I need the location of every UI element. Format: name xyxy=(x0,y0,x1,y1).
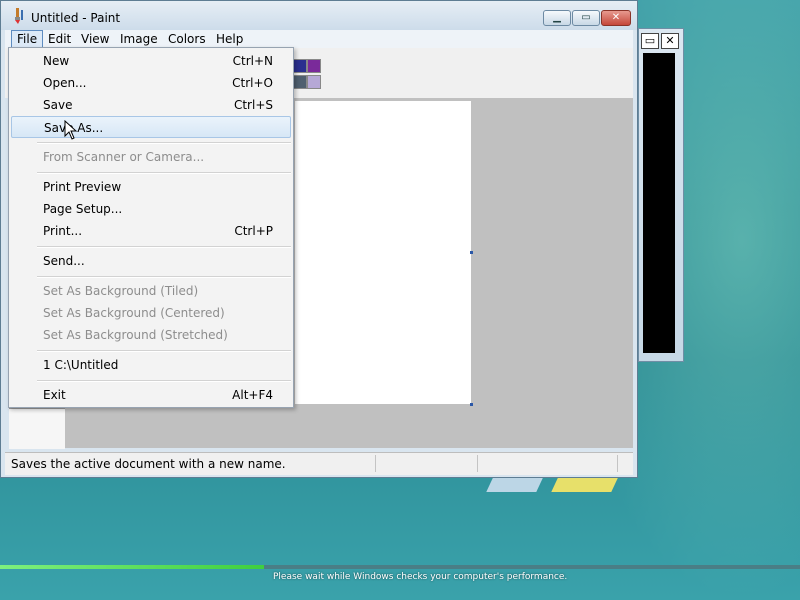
menu-image[interactable]: Image xyxy=(115,30,163,48)
menu-view[interactable]: View xyxy=(76,30,114,48)
menu-item-page-setup[interactable]: Page Setup... xyxy=(11,198,291,220)
menu-separator xyxy=(37,350,291,352)
menu-item-save-as[interactable]: Save As... xyxy=(11,116,291,138)
menu-item-bg-centered[interactable]: Set As Background (Centered) xyxy=(11,302,291,324)
close-button[interactable]: ✕ xyxy=(601,10,631,26)
menu-item-recent-file[interactable]: 1 C:\Untitled xyxy=(11,354,291,376)
menu-item-print-preview[interactable]: Print Preview xyxy=(11,176,291,198)
window-title: Untitled - Paint xyxy=(31,11,121,25)
menu-bar: File Edit View Image Colors Help xyxy=(5,30,633,48)
menu-item-bg-tiled[interactable]: Set As Background (Tiled) xyxy=(11,280,291,302)
menu-item-label: 1 C:\Untitled xyxy=(43,358,119,372)
close-icon: ✕ xyxy=(611,12,621,23)
menu-item-label: Save xyxy=(43,98,73,112)
menu-item-label: Page Setup... xyxy=(43,202,123,216)
menu-item-print[interactable]: Print... Ctrl+P xyxy=(11,220,291,242)
menu-separator xyxy=(37,380,291,382)
maximize-button[interactable]: ▭ xyxy=(572,10,600,26)
menu-item-send[interactable]: Send... xyxy=(11,250,291,272)
status-bar: Saves the active document with a new nam… xyxy=(5,452,633,475)
menu-item-shortcut: Ctrl+S xyxy=(233,98,273,112)
status-divider xyxy=(477,455,478,472)
canvas-resize-handle[interactable] xyxy=(470,251,473,254)
palette-swatch[interactable] xyxy=(293,59,307,73)
background-window[interactable]: ▭ ✕ xyxy=(638,28,684,362)
maximize-icon: ▭ xyxy=(581,12,591,23)
status-divider xyxy=(617,455,618,472)
menu-item-bg-stretched[interactable]: Set As Background (Stretched) xyxy=(11,324,291,346)
status-text: Saves the active document with a new nam… xyxy=(11,457,286,471)
menu-item-label: Set As Background (Stretched) xyxy=(43,328,228,342)
progress-message: Please wait while Windows checks your co… xyxy=(273,572,568,582)
menu-separator xyxy=(37,276,291,278)
menu-help[interactable]: Help xyxy=(211,30,248,48)
menu-separator xyxy=(37,142,291,144)
mouse-cursor-icon xyxy=(64,120,78,140)
menu-item-label: Print... xyxy=(43,224,83,238)
menu-edit[interactable]: Edit xyxy=(43,30,76,48)
menu-item-exit[interactable]: Exit Alt+F4 xyxy=(11,384,291,406)
menu-item-shortcut: Ctrl+O xyxy=(232,76,273,90)
menu-item-shortcut: Ctrl+N xyxy=(232,54,273,68)
menu-item-label: Set As Background (Tiled) xyxy=(43,284,199,298)
close-icon[interactable]: ✕ xyxy=(661,33,679,49)
menu-item-label: Open... xyxy=(43,76,87,90)
minimize-icon: ▁ xyxy=(553,12,561,23)
performance-check-progress xyxy=(0,565,800,569)
menu-item-save[interactable]: Save Ctrl+S xyxy=(11,94,291,116)
menu-item-label: New xyxy=(43,54,70,68)
menu-item-shortcut: Alt+F4 xyxy=(232,388,273,402)
menu-item-open[interactable]: Open... Ctrl+O xyxy=(11,72,291,94)
menu-item-shortcut: Ctrl+P xyxy=(234,224,273,238)
status-divider xyxy=(375,455,376,472)
menu-item-label: Set As Background (Centered) xyxy=(43,306,225,320)
menu-item-from-scanner[interactable]: From Scanner or Camera... xyxy=(11,146,291,168)
desktop-decoration xyxy=(486,476,544,492)
minimize-button[interactable]: ▁ xyxy=(543,10,571,26)
palette-swatch[interactable] xyxy=(307,75,321,89)
menu-item-label: Print Preview xyxy=(43,180,122,194)
progress-fill xyxy=(0,565,264,569)
menu-separator xyxy=(37,172,291,174)
background-window-content xyxy=(643,53,675,353)
menu-colors[interactable]: Colors xyxy=(163,30,211,48)
menu-item-label: From Scanner or Camera... xyxy=(43,150,205,164)
drawing-canvas[interactable] xyxy=(295,101,471,404)
canvas-resize-handle[interactable] xyxy=(470,403,473,406)
menu-item-label: Exit xyxy=(43,388,66,402)
palette-swatch[interactable] xyxy=(293,75,307,89)
paint-brush-icon xyxy=(15,8,23,24)
tool-options[interactable] xyxy=(9,408,65,449)
desktop-decoration xyxy=(551,476,619,492)
title-bar[interactable]: Untitled - Paint ▁ ▭ ✕ xyxy=(1,1,637,30)
file-menu-dropdown: New Ctrl+N Open... Ctrl+O Save Ctrl+S Sa… xyxy=(8,47,294,408)
menu-item-label: Send... xyxy=(43,254,85,268)
menu-item-new[interactable]: New Ctrl+N xyxy=(11,50,291,72)
menu-file[interactable]: File xyxy=(11,30,44,48)
maximize-icon[interactable]: ▭ xyxy=(641,33,659,49)
menu-separator xyxy=(37,246,291,248)
palette-swatch[interactable] xyxy=(307,59,321,73)
